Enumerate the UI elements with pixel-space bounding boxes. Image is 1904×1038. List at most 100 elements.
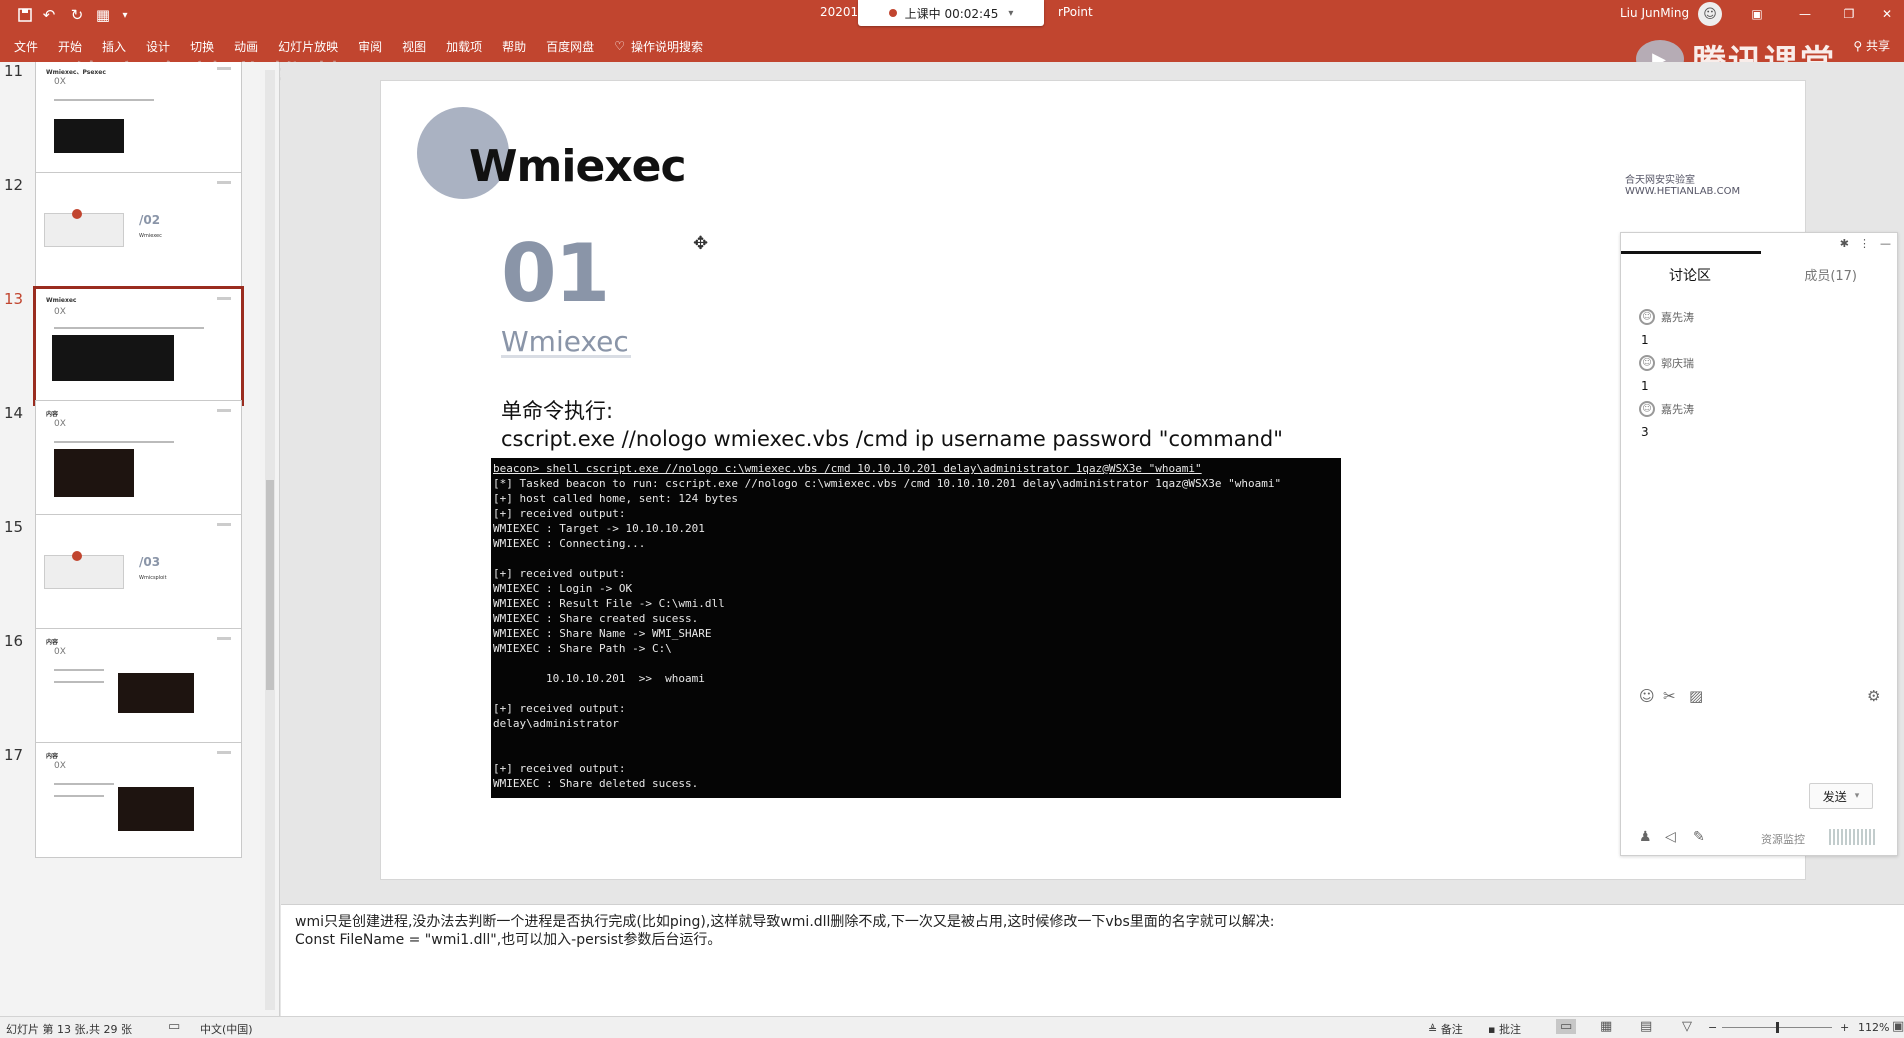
- slide-thumbnail-11[interactable]: 11 Wmiexec、Psexec 0X: [0, 62, 262, 186]
- single-command-label[interactable]: 单命令执行:: [501, 395, 613, 425]
- section-number[interactable]: 01: [501, 227, 610, 320]
- share-label: 共享: [1865, 39, 1890, 53]
- terminal-line: [+] host called home, sent: 124 bytes: [493, 492, 739, 505]
- emoji-icon[interactable]: ☺: [1639, 687, 1655, 705]
- speaker-icon[interactable]: ◁: [1665, 829, 1676, 845]
- tab-help[interactable]: 帮助: [492, 34, 536, 58]
- zoom-level[interactable]: 112%: [1858, 1021, 1889, 1034]
- decor-dot: [72, 209, 82, 219]
- screenshot-block: [54, 119, 124, 153]
- save-icon[interactable]: [14, 4, 36, 26]
- thumbnail-preview: Wmiexec 0X: [33, 286, 244, 406]
- spellcheck-icon[interactable]: ▭: [168, 1019, 180, 1034]
- reading-view-icon[interactable]: ▤: [1640, 1019, 1652, 1034]
- subtitle-underline: [501, 355, 631, 358]
- lightbulb-icon: ♡: [614, 39, 625, 53]
- zoom-slider-handle[interactable]: [1776, 1022, 1779, 1033]
- restore-icon[interactable]: ❐: [1834, 3, 1864, 25]
- scissors-icon[interactable]: ✂: [1663, 687, 1676, 705]
- minimize-icon[interactable]: —: [1790, 3, 1820, 25]
- scrollbar-handle[interactable]: [266, 480, 274, 690]
- tab-baidu-netdisk[interactable]: 百度网盘: [536, 34, 604, 58]
- comment-icon: ▪: [1488, 1023, 1499, 1036]
- thumbnail-sub: 0X: [54, 419, 66, 429]
- share-button[interactable]: ⚲ 共享: [1853, 37, 1890, 54]
- avatar[interactable]: ☺: [1698, 2, 1722, 26]
- image-icon[interactable]: ▨: [1689, 687, 1703, 705]
- send-button[interactable]: 发送 ▾: [1809, 783, 1873, 809]
- pin-icon[interactable]: ✱: [1840, 237, 1849, 250]
- slide-thumbnail-14[interactable]: 14 内容 0X: [0, 398, 262, 528]
- tell-me-label: 操作说明搜索: [630, 39, 703, 54]
- thumbnail-preview: /03 Wmicsploit: [35, 514, 242, 630]
- slide-thumbnail-17[interactable]: 17 内容 0X: [0, 740, 262, 870]
- undo-icon[interactable]: ↶: [38, 4, 60, 26]
- screenshot-block: [54, 449, 134, 497]
- terminal-line: WMIEXEC : Target -> 10.10.10.201: [493, 522, 705, 535]
- thumbnail-title: Wmiexec: [46, 297, 77, 304]
- tab-discussion[interactable]: 讨论区: [1669, 265, 1711, 285]
- chat-input-toolbar: ☺ ✂ ▨ ⚙: [1639, 687, 1883, 707]
- slide-thumbnail-16[interactable]: 16 内容 0X: [0, 626, 262, 756]
- more-icon[interactable]: ⋮: [1859, 237, 1870, 250]
- normal-view-icon[interactable]: ▭: [1556, 1019, 1577, 1034]
- slide-thumbnail-12[interactable]: 12 /02 Wmiexec: [0, 170, 262, 300]
- powerpoint-window: ↶ ↻ ▦ ▾ 20201 rPoint 上课中 00:02:45 ▾ Liu …: [0, 0, 1904, 1038]
- panel-tabs: 讨论区 成员(17): [1621, 251, 1899, 291]
- brush-icon[interactable]: ✎: [1693, 829, 1705, 845]
- comments-label: 批注: [1498, 1023, 1521, 1036]
- thumbnail-preview: 内容 0X: [35, 742, 242, 858]
- more-icon[interactable]: ▾: [114, 4, 136, 26]
- command-syntax[interactable]: cscript.exe //nologo wmiexec.vbs /cmd ip…: [501, 427, 1283, 451]
- current-slide[interactable]: Wmiexec 合天网安实验室 WWW.HETIANLAB.COM 01 Wmi…: [380, 80, 1806, 880]
- close-icon[interactable]: ✕: [1872, 3, 1902, 25]
- microphone-icon[interactable]: ♟: [1639, 829, 1652, 845]
- thumbnail-caption: Wmicsploit: [139, 575, 167, 581]
- tab-members[interactable]: 成员(17): [1804, 265, 1857, 284]
- avatar[interactable]: ☺: [1639, 309, 1655, 325]
- text-line: [54, 99, 154, 101]
- speaker-notes[interactable]: wmi只是创建进程,没办法去判断一个进程是否执行完成(比如ping),这样就导致…: [281, 904, 1904, 1016]
- thumbnail-preview: /02 Wmiexec: [35, 172, 242, 288]
- slide-thumbnail-15[interactable]: 15 /03 Wmicsploit: [0, 512, 262, 642]
- fit-to-window-icon[interactable]: ▣: [1892, 1019, 1904, 1034]
- slide-sorter-icon[interactable]: ▦: [1600, 1019, 1612, 1034]
- thumbnail-scrollbar[interactable]: [265, 70, 275, 1010]
- language-indicator[interactable]: 中文(中国): [200, 1021, 253, 1037]
- notes-toggle[interactable]: ≜ 备注: [1428, 1021, 1463, 1037]
- text-line: [54, 669, 104, 671]
- thumbnail-sub: 0X: [54, 77, 66, 87]
- terminal-line: WMIEXEC : Result File -> C:\wmi.dll: [493, 597, 725, 610]
- terminal-line: [+] received output:: [493, 567, 626, 580]
- redo-icon[interactable]: ↻: [66, 4, 88, 26]
- message-author[interactable]: 嘉先涛: [1661, 401, 1694, 417]
- chevron-down-icon: ▾: [1008, 7, 1014, 19]
- live-class-status[interactable]: 上课中 00:02:45 ▾: [858, 0, 1044, 26]
- zoom-out-button[interactable]: −: [1708, 1021, 1717, 1034]
- terminal-line: delay\administrator: [493, 717, 619, 730]
- comments-toggle[interactable]: ▪ 批注: [1488, 1021, 1521, 1037]
- message-author[interactable]: 嘉先涛: [1661, 309, 1694, 325]
- slide-title[interactable]: Wmiexec: [469, 141, 687, 192]
- zoom-in-button[interactable]: +: [1840, 1021, 1849, 1034]
- terminal-screenshot[interactable]: beacon> shell cscript.exe //nologo c:\wm…: [491, 458, 1341, 798]
- message-text: 1: [1641, 333, 1649, 347]
- notes-icon: ≜: [1428, 1023, 1441, 1036]
- ribbon-display-icon[interactable]: ▣: [1742, 3, 1772, 25]
- minimize-icon[interactable]: —: [1880, 237, 1891, 250]
- text-line: [54, 681, 104, 683]
- avatar[interactable]: ☺: [1639, 355, 1655, 371]
- resource-monitor-label[interactable]: 资源监控: [1761, 831, 1805, 847]
- avatar[interactable]: ☺: [1639, 401, 1655, 417]
- message-author[interactable]: 郭庆瑞: [1661, 355, 1694, 371]
- illustration-card: [44, 555, 124, 589]
- present-icon[interactable]: ▦: [92, 4, 114, 26]
- section-subtitle[interactable]: Wmiexec: [501, 325, 629, 358]
- settings-icon[interactable]: ⚙: [1867, 687, 1880, 705]
- active-tab-indicator: [1621, 251, 1761, 254]
- slide-thumbnail-13[interactable]: 13 Wmiexec 0X: [0, 284, 262, 414]
- tell-me-search[interactable]: ♡ 操作说明搜索: [604, 34, 713, 58]
- user-name[interactable]: Liu JunMing: [1620, 6, 1689, 20]
- chat-bottom-bar: ♟ ◁ ✎ 资源监控: [1639, 829, 1883, 849]
- slideshow-icon[interactable]: ▽: [1682, 1019, 1692, 1034]
